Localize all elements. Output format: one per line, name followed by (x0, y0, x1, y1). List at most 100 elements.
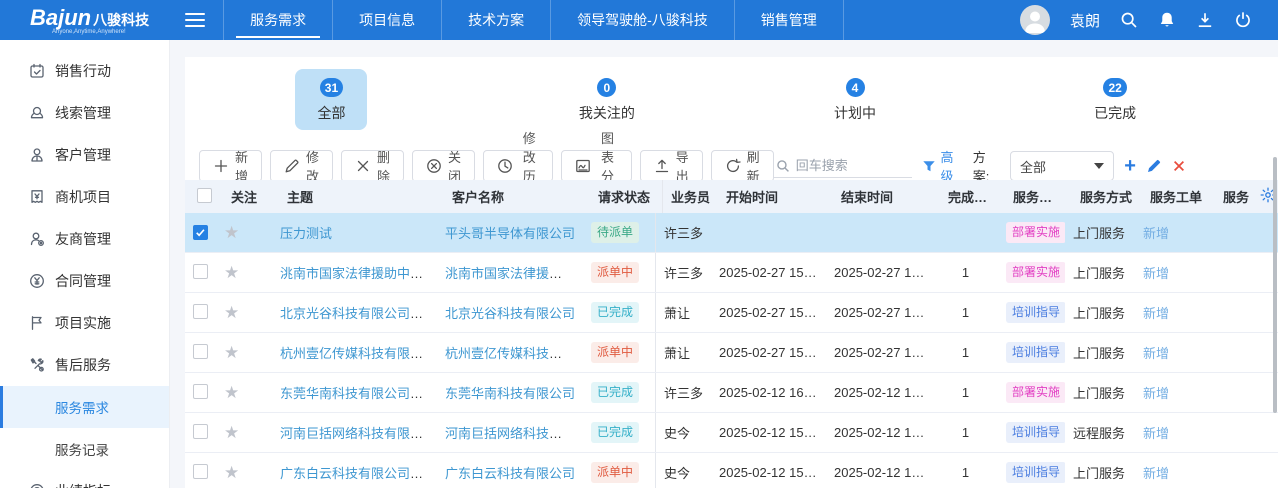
topnav-tab-3[interactable]: 领导驾驶舱-八骏科技 (550, 0, 734, 40)
sidebar-item-0[interactable]: 销售行动 (0, 50, 169, 92)
customer-link[interactable]: 河南巨括网络科技有限公司 (445, 426, 583, 441)
column-header-3[interactable]: 请求状态 (590, 180, 663, 213)
row-checkbox[interactable] (193, 304, 208, 319)
customer-link[interactable]: 洮南市国家法律援助中心 (445, 266, 583, 281)
subject-link[interactable]: 东莞华南科技有限公司服务... (280, 386, 437, 401)
stat-tab-2[interactable]: 4计划中 (818, 69, 892, 130)
star-icon[interactable]: ★ (224, 463, 239, 482)
subject-link[interactable]: 洮南市国家法律援助中心上... (280, 266, 437, 281)
table-row[interactable]: ★北京光谷科技有限公司上门...北京光谷科技有限公司已完成萧让2025-02-2… (185, 293, 1278, 333)
stat-tab-1[interactable]: 0我关注的 (563, 69, 651, 130)
row-checkbox[interactable] (193, 424, 208, 439)
sidebar-item-10[interactable]: 业绩指标 (0, 470, 169, 488)
column-header-10[interactable]: 服务工单 (1142, 187, 1215, 206)
sidebar-item-1[interactable]: 线索管理 (0, 92, 169, 134)
status-filter-tabs: 31全部 0我关注的 4计划中 22已完成 (185, 57, 1278, 145)
scheme-select[interactable]: 全部 (1010, 151, 1114, 181)
customer-link[interactable]: 杭州壹亿传媒科技有限公司 (445, 346, 583, 361)
row-checkbox[interactable] (193, 464, 208, 479)
toolbar-button-3[interactable]: 关闭 (412, 150, 475, 182)
toolbar-button-4[interactable]: 修改历史 (483, 150, 553, 182)
power-icon[interactable] (1234, 11, 1252, 29)
avatar[interactable] (1020, 5, 1050, 35)
table-row[interactable]: ★河南巨括网络科技有限公司...河南巨括网络科技有限公司已完成史今2025-02… (185, 413, 1278, 453)
column-header-9[interactable]: 服务方式 (1072, 187, 1142, 206)
star-icon[interactable]: ★ (224, 343, 239, 362)
topnav-tab-2[interactable]: 技术方案 (441, 0, 550, 40)
column-header-4[interactable]: 业务员 (663, 187, 718, 206)
ticket-add-link[interactable]: 新增 (1143, 466, 1169, 481)
ticket-add-link[interactable]: 新增 (1143, 426, 1169, 441)
subject-link[interactable]: 河南巨括网络科技有限公司... (280, 426, 437, 441)
column-header-label: 关注 (231, 190, 257, 205)
sidebar-item-8[interactable]: 服务需求 (0, 386, 169, 428)
ticket-add-link[interactable]: 新增 (1143, 386, 1169, 401)
customer-link[interactable]: 东莞华南科技有限公司 (445, 386, 575, 401)
sidebar-item-6[interactable]: 项目实施 (0, 302, 169, 344)
ticket-add-link[interactable]: 新增 (1143, 266, 1169, 281)
delete-scheme-button[interactable] (1172, 159, 1186, 173)
column-header-7[interactable]: 完成天数 (940, 187, 1005, 206)
column-header-5[interactable]: 开始时间 (718, 187, 833, 206)
topnav-tab-1[interactable]: 项目信息 (332, 0, 441, 40)
row-checkbox[interactable] (193, 344, 208, 359)
sidebar-item-2[interactable]: 客户管理 (0, 134, 169, 176)
subject-link[interactable]: 北京光谷科技有限公司上门... (280, 306, 437, 321)
search-box[interactable] (774, 154, 912, 178)
column-header-2[interactable]: 客户名称 (444, 187, 590, 206)
row-checkbox[interactable] (193, 225, 208, 240)
search-input[interactable] (796, 158, 906, 173)
brand-logo[interactable]: Bajun 八骏科技 Anyone,Anytime,Anywhere! (0, 5, 167, 35)
ticket-add-link[interactable]: 新增 (1143, 226, 1169, 241)
table-row[interactable]: ★压力测试平头哥半导体有限公司待派单许三多部署实施上门服务新增 (185, 213, 1278, 253)
subject-link[interactable]: 压力测试 (280, 226, 332, 241)
customer-link[interactable]: 广东白云科技有限公司 (445, 466, 575, 481)
star-icon[interactable]: ★ (224, 383, 239, 402)
customer-link[interactable]: 北京光谷科技有限公司 (445, 306, 575, 321)
toolbar-button-5[interactable]: 图表分析 (561, 150, 631, 182)
column-header-label: 主题 (287, 190, 313, 205)
column-header-8[interactable]: 服务类型 (1005, 187, 1072, 206)
star-icon[interactable]: ★ (224, 423, 239, 442)
sidebar-item-4[interactable]: 友商管理 (0, 218, 169, 260)
table-row[interactable]: ★东莞华南科技有限公司服务...东莞华南科技有限公司已完成许三多2025-02-… (185, 373, 1278, 413)
toolbar-button-1[interactable]: 修改 (270, 150, 333, 182)
row-checkbox[interactable] (193, 384, 208, 399)
star-icon[interactable]: ★ (224, 303, 239, 322)
toolbar-button-0[interactable]: 新增 (199, 150, 262, 182)
column-header-1[interactable]: 主题 (279, 187, 444, 206)
ticket-add-link[interactable]: 新增 (1143, 306, 1169, 321)
topnav-tab-4[interactable]: 销售管理 (734, 0, 844, 40)
add-scheme-button[interactable]: + (1124, 155, 1136, 178)
edit-scheme-button[interactable] (1146, 158, 1162, 174)
subject-link[interactable]: 广东白云科技有限公司售后... (280, 466, 437, 481)
topnav-tab-0[interactable]: 服务需求 (223, 0, 332, 40)
column-header-6[interactable]: 结束时间 (833, 187, 940, 206)
stat-tab-0[interactable]: 31全部 (295, 69, 367, 130)
stat-tab-3[interactable]: 22已完成 (1078, 69, 1152, 130)
toolbar-button-6[interactable]: 导出 (640, 150, 703, 182)
column-header-0[interactable]: 关注 (223, 187, 279, 206)
sidebar-item-9[interactable]: 服务记录 (0, 428, 169, 470)
sidebar-item-3[interactable]: 商机项目 (0, 176, 169, 218)
row-checkbox[interactable] (193, 264, 208, 279)
toolbar-button-2[interactable]: 删除 (341, 150, 404, 182)
sidebar-item-7[interactable]: 售后服务 (0, 344, 169, 386)
download-icon[interactable] (1196, 11, 1214, 29)
customer-link[interactable]: 平头哥半导体有限公司 (445, 226, 575, 241)
bell-icon[interactable] (1158, 11, 1176, 29)
toolbar-button-7[interactable]: 刷新 (711, 150, 774, 182)
select-all-checkbox[interactable] (197, 188, 212, 203)
table-row[interactable]: ★洮南市国家法律援助中心上...洮南市国家法律援助中心派单中许三多2025-02… (185, 253, 1278, 293)
vertical-scrollbar[interactable] (1273, 157, 1277, 413)
search-icon[interactable] (1120, 11, 1138, 29)
ticket-add-link[interactable]: 新增 (1143, 346, 1169, 361)
subject-link[interactable]: 杭州壹亿传媒科技有限公司... (280, 346, 437, 361)
table-row[interactable]: ★广东白云科技有限公司售后...广东白云科技有限公司派单中史今2025-02-1… (185, 453, 1278, 488)
star-icon[interactable]: ★ (224, 223, 239, 242)
menu-toggle-icon[interactable] (185, 13, 205, 27)
sidebar-item-5[interactable]: 合同管理 (0, 260, 169, 302)
table-row[interactable]: ★杭州壹亿传媒科技有限公司...杭州壹亿传媒科技有限公司派单中萧让2025-02… (185, 333, 1278, 373)
username[interactable]: 袁朗 (1070, 10, 1100, 31)
star-icon[interactable]: ★ (224, 263, 239, 282)
